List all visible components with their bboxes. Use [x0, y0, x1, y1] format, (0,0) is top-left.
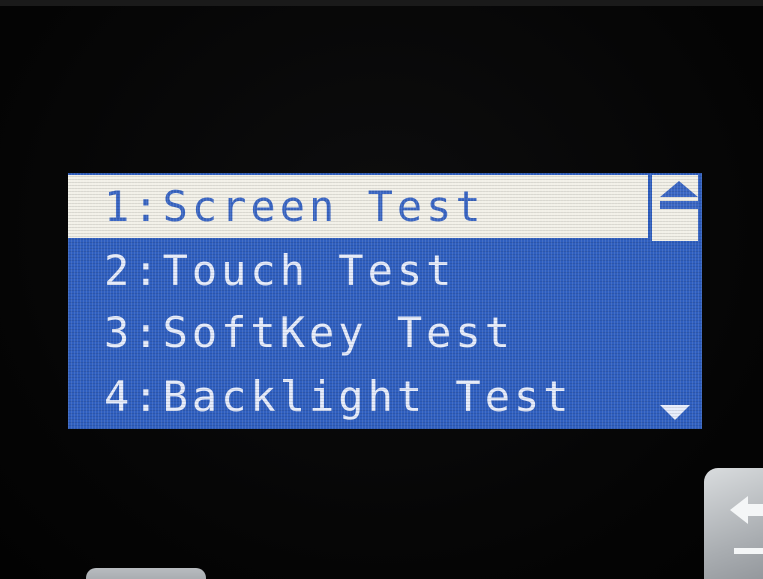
menu-item-touch-test[interactable]: 2:Touch Test: [68, 239, 648, 302]
menu-item-softkey-test[interactable]: 3:SoftKey Test: [68, 301, 648, 364]
lcd-screen: 1:Screen Test 2:Touch Test 3:SoftKey Tes…: [68, 173, 702, 429]
menu-item-screen-test[interactable]: 1:Screen Test: [68, 175, 648, 238]
menu-item-backlight-test[interactable]: 4:Backlight Test: [68, 365, 648, 428]
key-bar-icon: [734, 548, 763, 554]
device-photo: 1:Screen Test 2:Touch Test 3:SoftKey Tes…: [0, 0, 763, 579]
back-arrow-tail: [748, 504, 763, 516]
device-bezel: [0, 0, 763, 6]
back-arrow-icon: [730, 496, 748, 524]
hardware-bottom-key[interactable]: [86, 568, 206, 579]
test-menu: 1:Screen Test 2:Touch Test 3:SoftKey Tes…: [68, 173, 648, 429]
arrow-down-icon[interactable]: [660, 405, 690, 420]
scroll-position-bar: [660, 201, 698, 209]
scroll-thumb[interactable]: [652, 175, 698, 241]
arrow-up-icon[interactable]: [660, 181, 698, 197]
scrollbar[interactable]: [648, 173, 702, 429]
